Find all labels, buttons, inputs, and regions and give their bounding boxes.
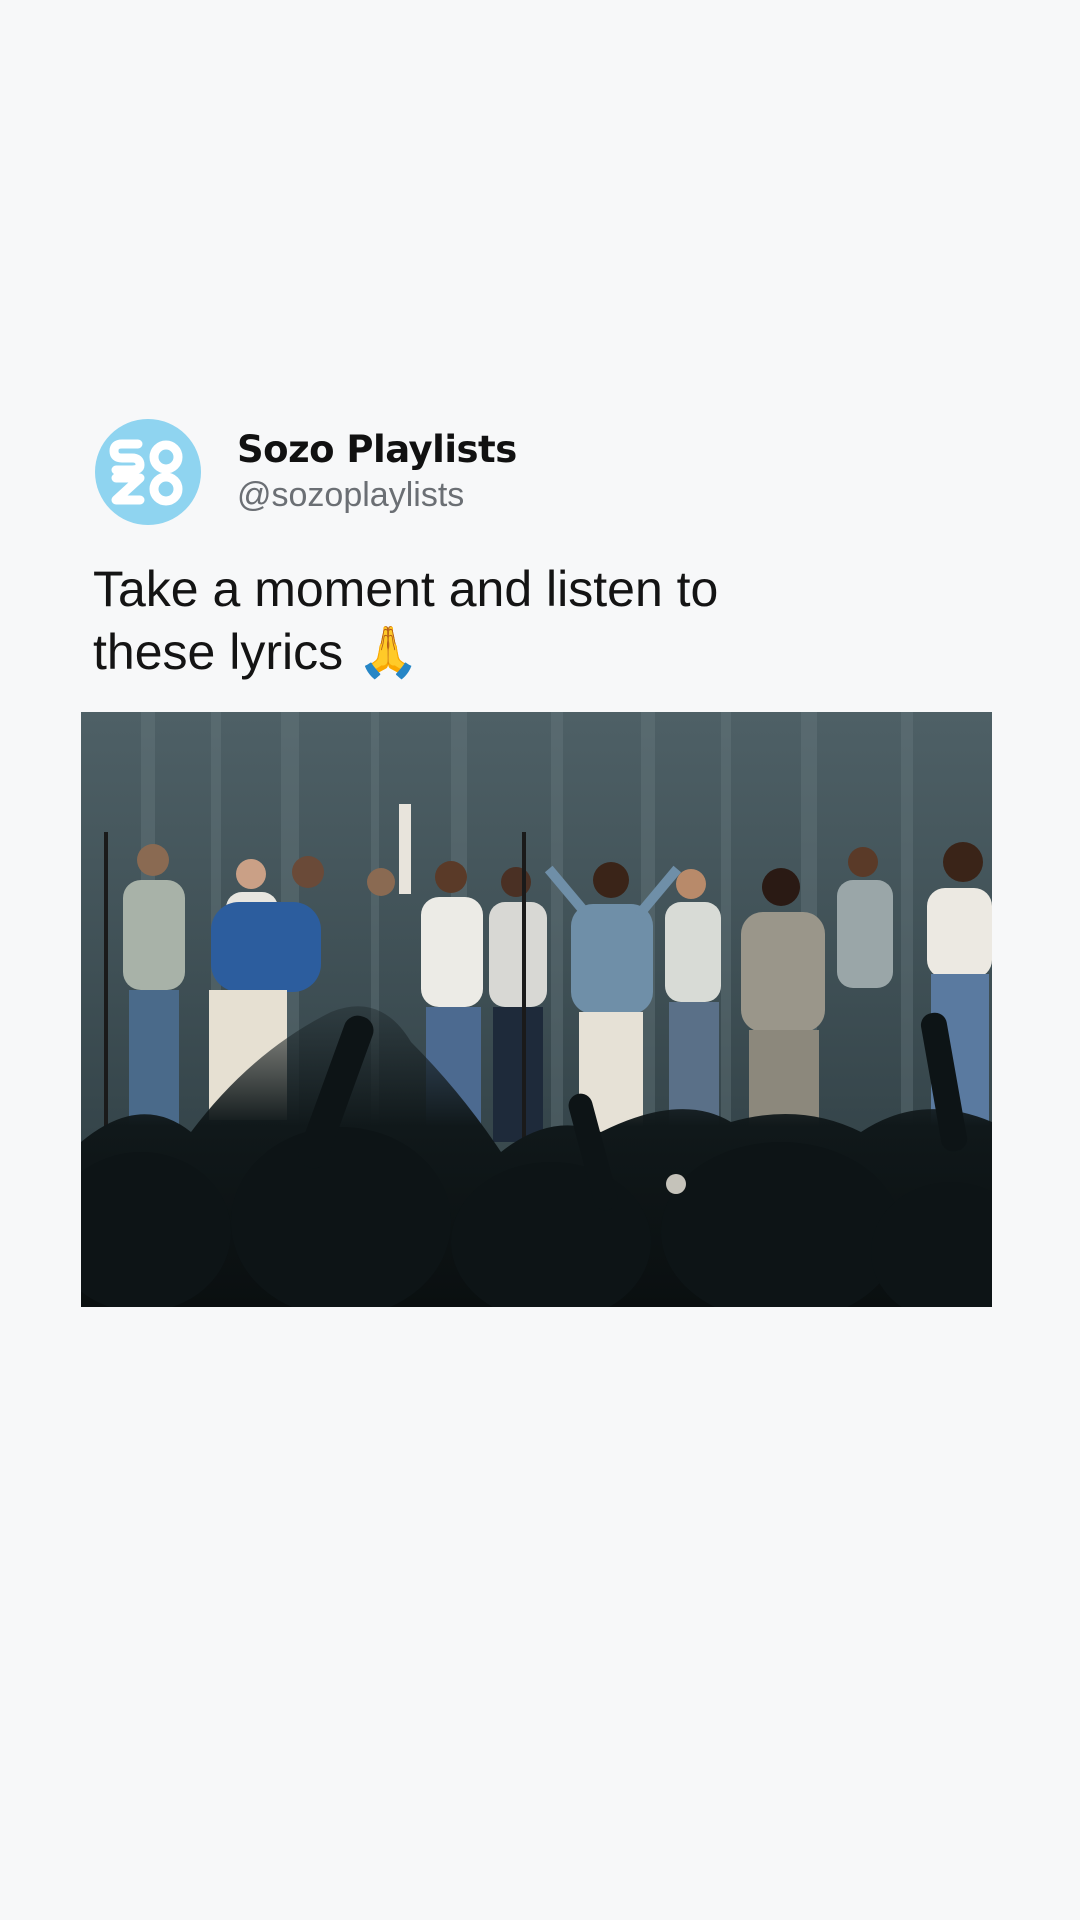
author-names: Sozo Playlists @sozoplaylists	[237, 428, 517, 516]
sozo-logo-icon	[109, 439, 183, 506]
avatar[interactable]	[95, 419, 201, 525]
post-card: Sozo Playlists @sozoplaylists Take a mom…	[80, 418, 1000, 684]
author-display-name[interactable]: Sozo Playlists	[237, 428, 517, 472]
post-header: Sozo Playlists @sozoplaylists	[80, 418, 1000, 526]
post-screen: Sozo Playlists @sozoplaylists Take a mom…	[0, 0, 1080, 1920]
post-media[interactable]	[81, 712, 992, 1307]
post-text: Take a moment and listen to these lyrics…	[93, 561, 719, 680]
author-handle[interactable]: @sozoplaylists	[237, 474, 517, 516]
worship-concert-photo	[81, 712, 992, 1307]
